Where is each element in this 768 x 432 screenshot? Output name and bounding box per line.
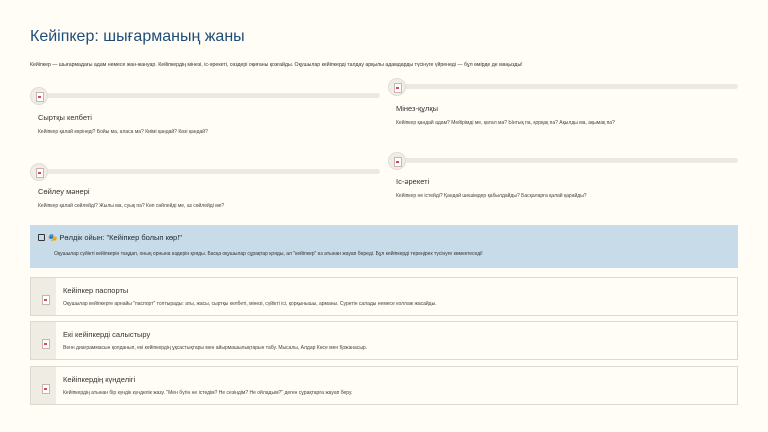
activity-body: Кейіпкердің атынан бір күндік күнделік ж… (63, 390, 353, 396)
card-body: Кейіпкер қалай сөйлейді? Жылы ма, суық п… (38, 203, 225, 209)
image-placeholder-icon (37, 335, 51, 349)
card-header-bar (388, 84, 738, 89)
card-speech: Сөйлеу мәнері Кейіпкер қалай сөйлейді? Ж… (30, 160, 380, 220)
activity-body: Венн диаграммасын қолданып, екі кейіпкер… (63, 345, 368, 351)
role-play-heading: 🎭 Рөлдік ойын: "Кейіпкер болып көр!" (48, 233, 182, 242)
activity-passport: Кейіпкер паспорты Оқушылар кейіпкерге ар… (30, 277, 738, 316)
card-header-bar (30, 169, 380, 174)
card-actions: Іс-әрекеті Кейіпкер не істейді? Қандай ш… (388, 150, 738, 210)
card-body: Кейіпкер қандай адам? Мейірімді ме, қата… (396, 120, 615, 126)
activity-diary: Кейіпкердің күнделігі Кейіпкердің атынан… (30, 366, 738, 405)
activity-heading: Кейіпкердің күнделігі (63, 375, 136, 384)
card-header-bar (388, 158, 738, 163)
card-body: Кейіпкер не істейді? Қандай шешімдер қаб… (396, 193, 587, 199)
checkbox-icon (38, 234, 45, 241)
image-placeholder-icon (388, 152, 406, 170)
activity-body: Оқушылар кейіпкерге арнайы "паспорт" тол… (63, 301, 437, 307)
intro-text: Кейіпкер — шығармадағы адам немесе жан-ж… (30, 62, 523, 68)
card-header-bar (30, 93, 380, 98)
role-play-body: Оқушылар сүйікті кейіпкерін таңдап, оның… (54, 251, 483, 257)
role-play-header: 🎭 Рөлдік ойын: "Кейіпкер болып көр!" (38, 233, 182, 242)
image-placeholder-icon (30, 163, 48, 181)
activity-side (31, 367, 56, 404)
card-character: Мінез-құлқы Кейіпкер қандай адам? Мейірі… (388, 78, 738, 138)
activity-heading: Екі кейіпкерді салыстыру (63, 330, 151, 339)
card-heading: Мінез-құлқы (396, 104, 439, 113)
activity-side (31, 322, 56, 359)
activity-compare: Екі кейіпкерді салыстыру Венн диаграммас… (30, 321, 738, 360)
card-heading: Сыртқы келбеті (38, 113, 92, 122)
role-play-box: 🎭 Рөлдік ойын: "Кейіпкер болып көр!" Оқу… (30, 225, 738, 268)
image-placeholder-icon (37, 380, 51, 394)
card-body: Кейіпкер қалай көрінеді? Бойы ма, аласа … (38, 129, 208, 135)
activity-heading: Кейіпкер паспорты (63, 286, 129, 295)
card-heading: Іс-әрекеті (396, 177, 430, 186)
card-heading: Сөйлеу мәнері (38, 187, 90, 196)
page-title: Кейіпкер: шығарманың жаны (30, 28, 245, 45)
image-placeholder-icon (30, 87, 48, 105)
activity-side (31, 278, 56, 315)
card-appearance: Сыртқы келбеті Кейіпкер қалай көрінеді? … (30, 84, 380, 144)
image-placeholder-icon (388, 78, 406, 96)
image-placeholder-icon (37, 291, 51, 305)
